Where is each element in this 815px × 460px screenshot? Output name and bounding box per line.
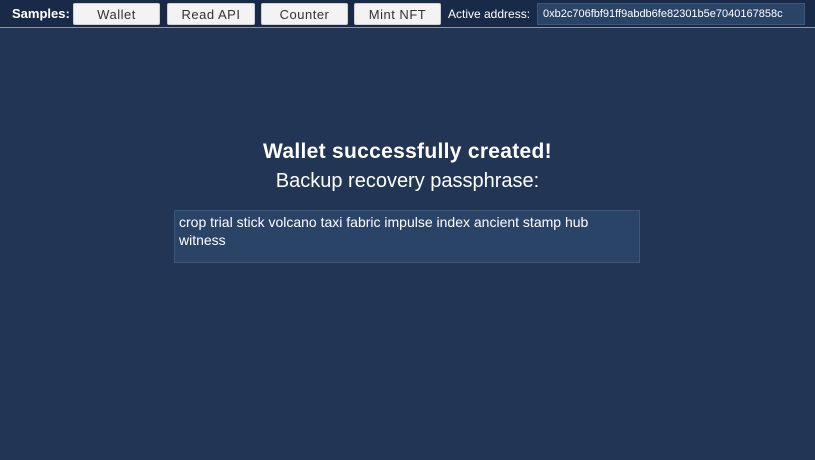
counter-button[interactable]: Counter bbox=[261, 3, 348, 25]
read-api-button[interactable]: Read API bbox=[167, 3, 255, 25]
samples-label: Samples: bbox=[12, 6, 70, 21]
passphrase-field[interactable]: crop trial stick volcano taxi fabric imp… bbox=[174, 210, 640, 263]
page-title: Wallet successfully created! bbox=[263, 140, 552, 163]
samples-toolbar: Samples: Wallet Read API Counter Mint NF… bbox=[0, 0, 815, 28]
active-address-field[interactable] bbox=[537, 3, 805, 25]
wallet-button[interactable]: Wallet bbox=[73, 3, 160, 25]
mint-nft-button[interactable]: Mint NFT bbox=[354, 3, 441, 25]
active-address-label: Active address: bbox=[448, 7, 531, 21]
passphrase-heading: Backup recovery passphrase: bbox=[275, 170, 540, 192]
